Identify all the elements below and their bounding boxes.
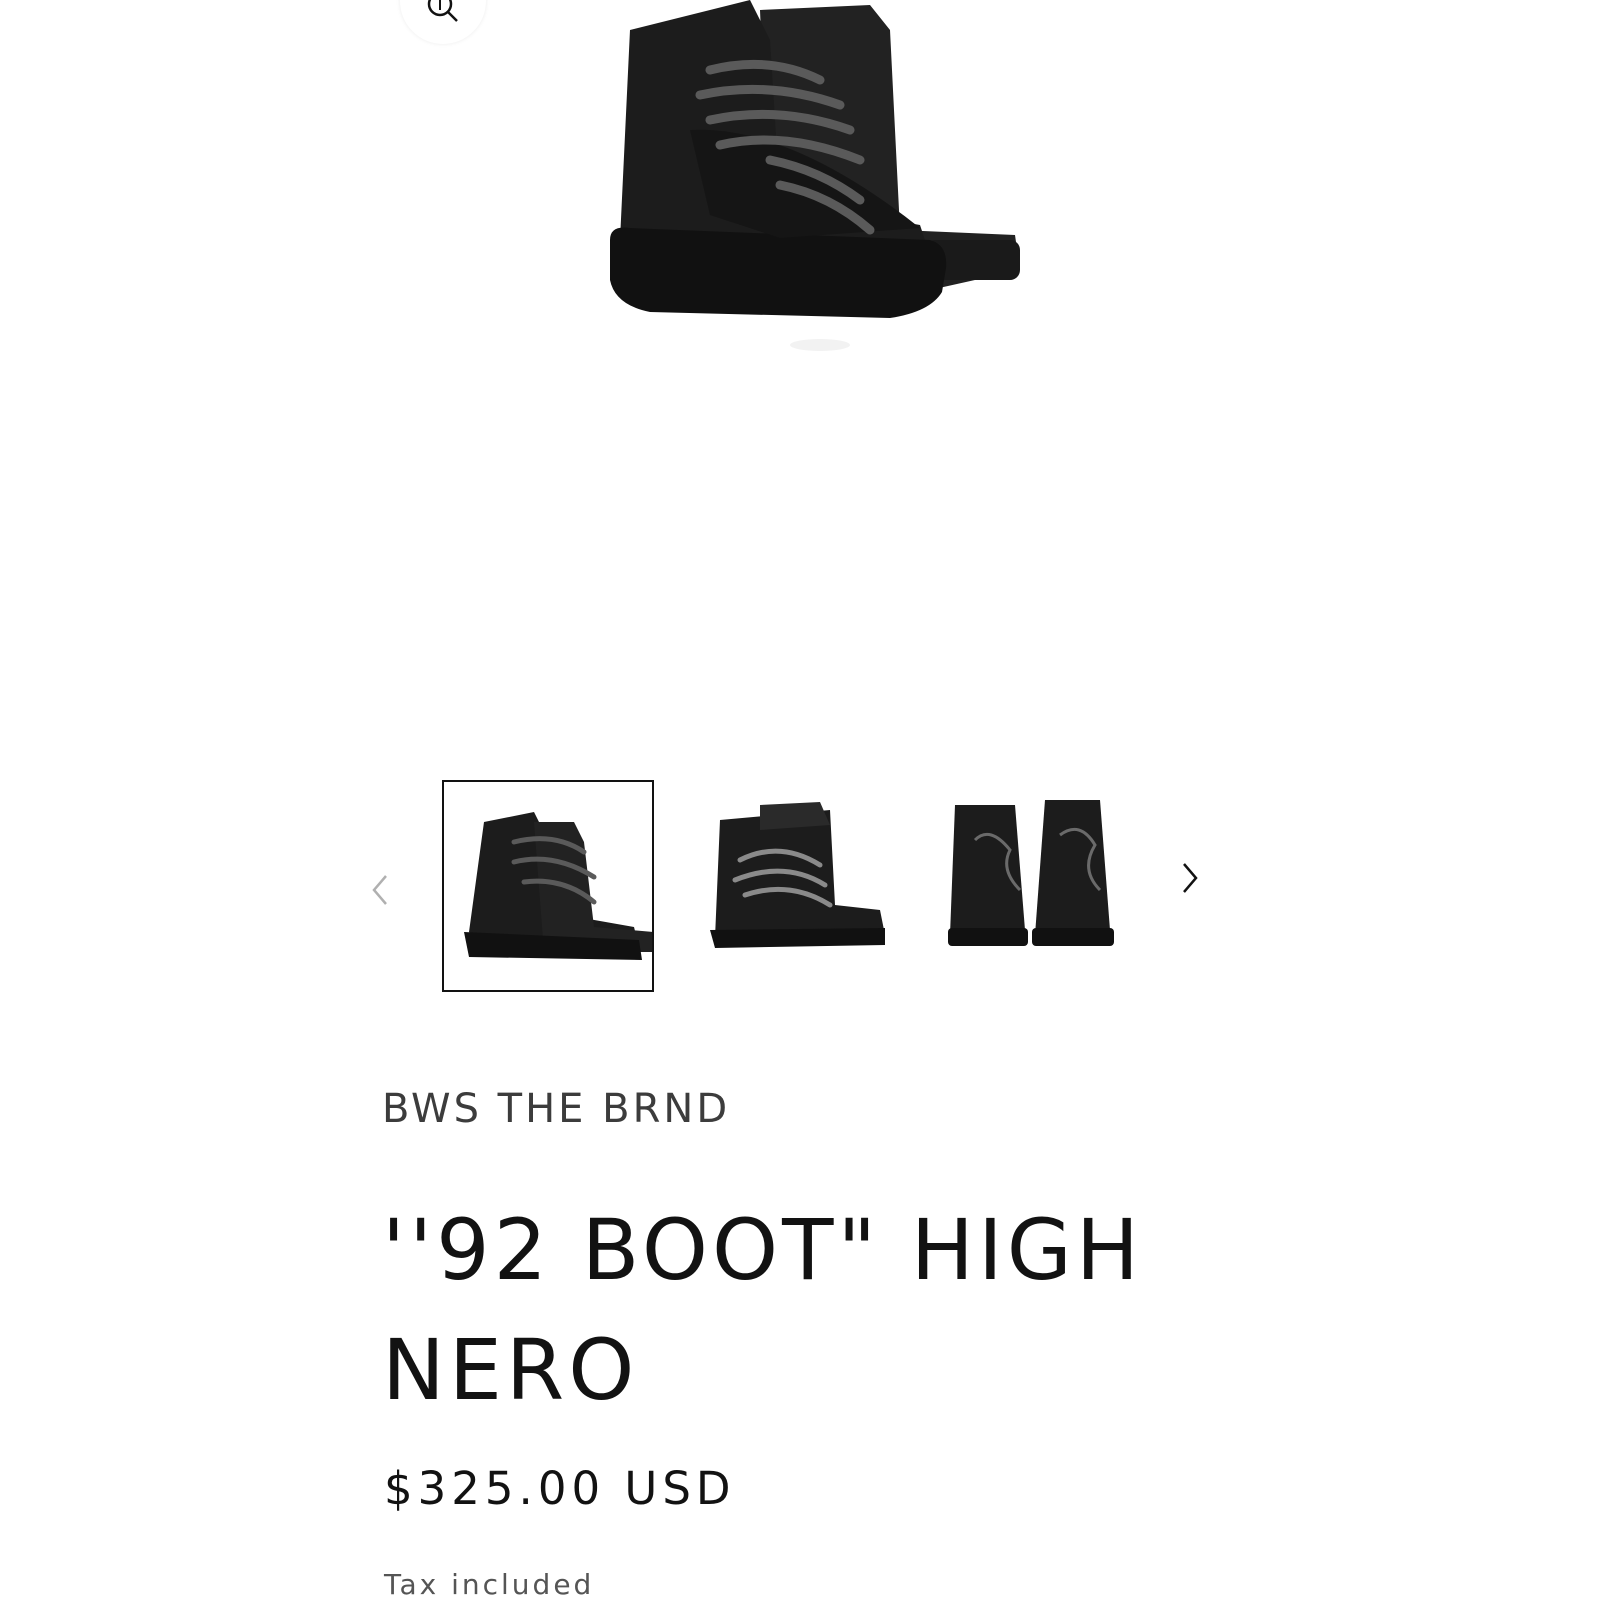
- thumbnail-carousel: [360, 780, 1220, 1000]
- chevron-left-icon: [372, 875, 387, 905]
- boot-thumbnail-angle: [710, 802, 885, 948]
- product-price: $325.00 USD: [384, 1462, 736, 1515]
- zoom-button[interactable]: [400, 0, 486, 44]
- carousel-next-button[interactable]: [1170, 848, 1210, 908]
- product-vendor: BWS THE BRND: [382, 1086, 731, 1132]
- tax-note: Tax included: [384, 1568, 595, 1601]
- carousel-prev-button[interactable]: [360, 860, 400, 920]
- thumbnail-2[interactable]: [690, 780, 902, 992]
- boot-thumbnail-front: [948, 800, 1114, 946]
- zoom-magnifier-icon: [427, 0, 458, 22]
- chevron-right-icon: [1183, 863, 1198, 893]
- boot-image: [610, 0, 1020, 351]
- product-main-image[interactable]: [570, 0, 1050, 360]
- product-title: ''92 BOOT" HIGH NERO: [382, 1201, 1143, 1419]
- thumbnail-3[interactable]: [930, 780, 1142, 992]
- thumbnail-1[interactable]: [442, 780, 654, 992]
- boot-thumbnail-side: [464, 812, 652, 960]
